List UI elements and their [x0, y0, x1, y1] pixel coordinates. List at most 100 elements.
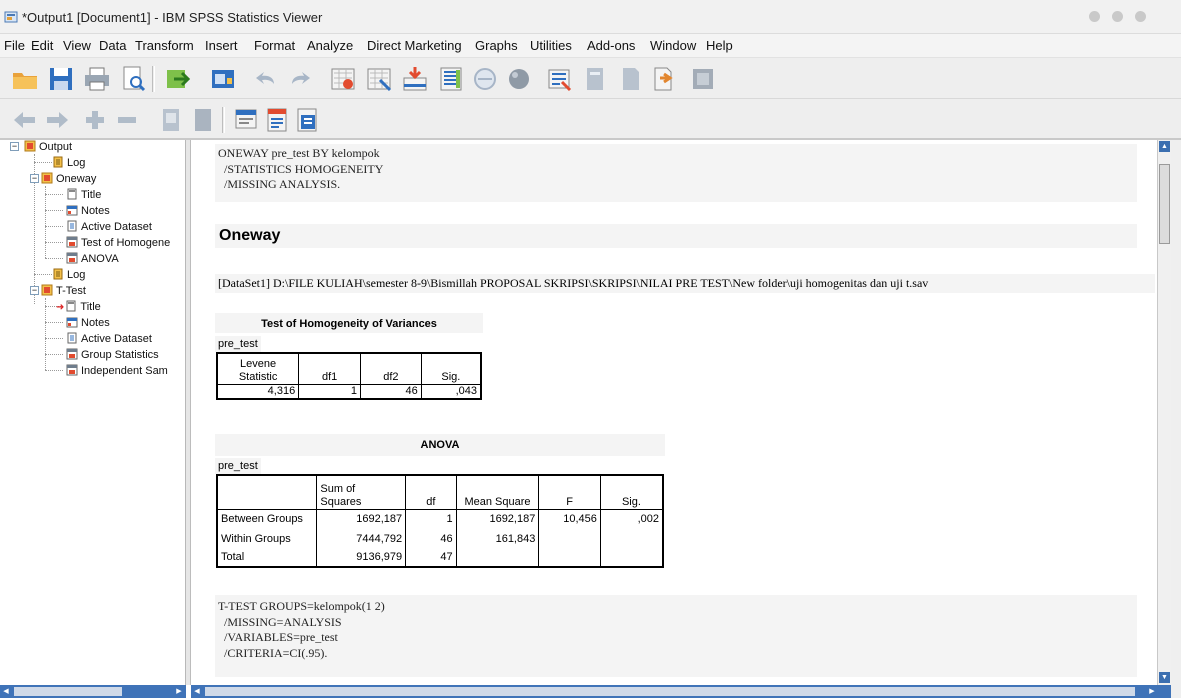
menu-help[interactable]: Help — [706, 38, 733, 53]
promote-icon[interactable] — [580, 64, 610, 94]
homogeneity-table-title[interactable]: Test of Homogeneity of Variances — [215, 313, 483, 333]
active-dataset-line[interactable]: [DataSet1] D:\FILE KULIAH\semester 8-9\B… — [215, 274, 1155, 293]
content-horizontal-scrollbar[interactable]: ◀ ▶ — [191, 685, 1171, 698]
outline-oneway-active-dataset[interactable]: Active Dataset — [66, 220, 152, 234]
anova-table[interactable]: Sum of Squares df Mean Square F Sig. Bet… — [216, 474, 664, 568]
homogeneity-table[interactable]: Levene Statistic df1 df2 Sig. 4,316 1 46… — [216, 352, 482, 400]
hide-item-icon[interactable] — [188, 105, 218, 135]
recall-dialog-icon[interactable] — [208, 64, 238, 94]
tree-line — [45, 370, 63, 371]
collapse-minus-icon[interactable] — [112, 105, 142, 135]
outline-log-2[interactable]: Log — [52, 268, 85, 282]
collapse-ttest-toggle[interactable]: − — [30, 286, 39, 295]
outline-oneway-notes[interactable]: Notes — [66, 204, 110, 218]
vertical-scrollbar[interactable]: ▲ ▼ — [1157, 140, 1171, 685]
insert-title-icon[interactable] — [262, 105, 292, 135]
outline-scroll-thumb[interactable] — [14, 687, 122, 696]
scroll-up-arrow-icon[interactable]: ▲ — [1159, 141, 1170, 152]
outline-ttest-notes[interactable]: Notes — [66, 316, 110, 330]
menu-add-ons[interactable]: Add-ons — [587, 38, 635, 53]
save-icon[interactable] — [46, 64, 76, 94]
outline-ttest-group-statistics[interactable]: Group Statistics — [66, 348, 159, 362]
outline-output[interactable]: Output — [24, 140, 72, 154]
oneway-heading[interactable]: Oneway — [215, 224, 1137, 248]
pivot-table-icon — [66, 236, 78, 248]
menu-file[interactable]: File — [4, 38, 25, 53]
outline-oneway-homogeneity[interactable]: Test of Homogene — [66, 236, 170, 250]
variables-icon[interactable] — [436, 64, 466, 94]
book-icon — [41, 284, 53, 296]
anova-table-title[interactable]: ANOVA — [215, 434, 665, 456]
show-icon[interactable] — [156, 105, 186, 135]
content-scroll-thumb[interactable] — [205, 687, 1135, 696]
maximize-button[interactable] — [1112, 11, 1123, 22]
outline-oneway-title[interactable]: Title — [66, 188, 101, 202]
outline-ttest-title[interactable]: ➜ Title — [56, 300, 101, 314]
syntax-block-oneway[interactable]: ONEWAY pre_test BY kelompok /STATISTICS … — [215, 144, 1137, 202]
back-arrow-icon[interactable] — [10, 105, 40, 135]
outline-item-label: Group Statistics — [81, 349, 159, 361]
demote-icon[interactable] — [616, 64, 646, 94]
menu-format[interactable]: Format — [254, 38, 295, 53]
menu-bar: File Edit View Data Transform Insert For… — [0, 34, 1181, 58]
export-icon[interactable] — [162, 64, 192, 94]
table-header-row: Sum of Squares df Mean Square F Sig. — [216, 474, 664, 510]
expand-plus-icon[interactable] — [80, 105, 110, 135]
menu-edit[interactable]: Edit — [31, 38, 53, 53]
menu-view[interactable]: View — [63, 38, 91, 53]
table-cell — [455, 549, 540, 568]
insert-text-icon[interactable] — [292, 105, 322, 135]
toolbar-separator — [222, 107, 225, 133]
goto-variable-icon[interactable] — [400, 64, 430, 94]
syntax-line: /MISSING=ANALYSIS — [218, 614, 342, 629]
scroll-right-arrow-icon[interactable]: ▶ — [1147, 686, 1157, 697]
menu-window[interactable]: Window — [650, 38, 696, 53]
menu-utilities[interactable]: Utilities — [530, 38, 572, 53]
hide-icon[interactable] — [688, 64, 718, 94]
close-button[interactable] — [1135, 11, 1146, 22]
print-icon[interactable] — [82, 64, 112, 94]
menu-insert[interactable]: Insert — [205, 38, 238, 53]
title-icon — [67, 188, 77, 200]
scroll-down-arrow-icon[interactable]: ▼ — [1159, 672, 1170, 683]
table-row: Within Groups 7444,792 46 161,843 — [216, 529, 664, 549]
undo-icon[interactable] — [252, 64, 282, 94]
insert-output-icon[interactable] — [648, 64, 678, 94]
outline-oneway-anova[interactable]: ANOVA — [66, 252, 119, 266]
dataset-icon — [67, 332, 77, 344]
menu-data[interactable]: Data — [99, 38, 126, 53]
row-label: Within Groups — [216, 529, 318, 549]
menu-analyze[interactable]: Analyze — [307, 38, 353, 53]
show-all-variables-icon[interactable] — [470, 64, 500, 94]
outline-ttest-active-dataset[interactable]: Active Dataset — [66, 332, 152, 346]
collapse-output-toggle[interactable]: − — [10, 142, 19, 151]
open-folder-icon[interactable] — [10, 64, 40, 94]
tree-line — [45, 226, 63, 227]
goto-data-icon[interactable] — [328, 64, 358, 94]
scroll-left-arrow-icon[interactable]: ◀ — [1, 686, 11, 697]
use-sets-icon[interactable] — [504, 64, 534, 94]
outline-log[interactable]: Log — [52, 156, 85, 170]
menu-direct-marketing[interactable]: Direct Marketing — [367, 38, 462, 53]
insert-heading-icon[interactable] — [232, 105, 262, 135]
outline-oneway[interactable]: Oneway — [41, 172, 96, 186]
designate-window-icon[interactable] — [544, 64, 574, 94]
collapse-oneway-toggle[interactable]: − — [30, 174, 39, 183]
vertical-scroll-thumb[interactable] — [1159, 164, 1170, 244]
scroll-left-arrow-icon[interactable]: ◀ — [192, 686, 202, 697]
minimize-button[interactable] — [1089, 11, 1100, 22]
redo-icon[interactable] — [284, 64, 314, 94]
forward-arrow-icon[interactable] — [42, 105, 72, 135]
syntax-block-ttest[interactable]: T-TEST GROUPS=kelompok(1 2) /MISSING=ANA… — [215, 595, 1137, 677]
table-cell — [538, 549, 601, 568]
outline-ttest[interactable]: T-Test — [41, 284, 86, 298]
outline-horizontal-scrollbar[interactable]: ◀ ▶ — [0, 685, 186, 698]
scroll-right-arrow-icon[interactable]: ▶ — [174, 686, 184, 697]
menu-transform[interactable]: Transform — [135, 38, 194, 53]
outline-oneway-label: Oneway — [56, 173, 97, 185]
print-preview-icon[interactable] — [118, 64, 148, 94]
tree-line — [45, 258, 63, 259]
goto-case-icon[interactable] — [364, 64, 394, 94]
outline-ttest-independent-samples[interactable]: Independent Sam — [66, 364, 168, 378]
menu-graphs[interactable]: Graphs — [475, 38, 518, 53]
